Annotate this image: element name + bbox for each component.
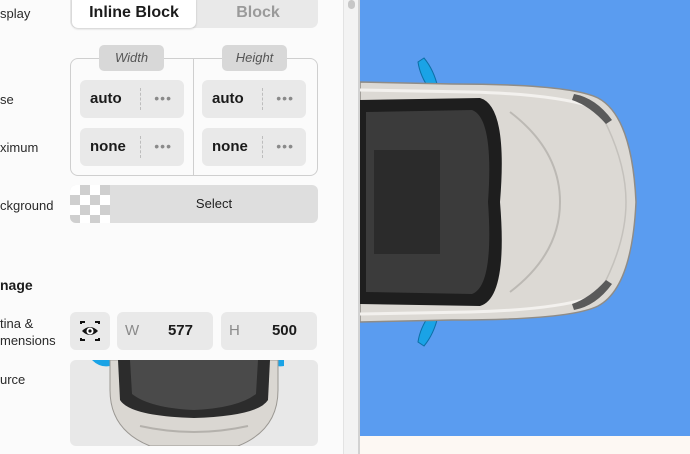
background-row: Select <box>70 185 318 223</box>
height-use-field[interactable]: auto ••• <box>202 80 306 118</box>
eye-icon <box>80 321 100 341</box>
more-dots-icon[interactable]: ••• <box>154 128 172 164</box>
checkerboard-swatch-icon[interactable] <box>70 185 110 223</box>
height-use-value: auto <box>212 90 244 107</box>
image-width-field[interactable]: W 577 <box>117 312 213 350</box>
more-dots-icon[interactable]: ••• <box>154 80 172 116</box>
image-height-key: H <box>229 322 240 339</box>
background-label: ckground <box>0 198 54 213</box>
retina-label-line2: mensions <box>0 333 56 348</box>
field-separator <box>262 88 263 110</box>
background-select-button[interactable]: Select <box>110 185 318 223</box>
size-divider <box>193 59 194 175</box>
image-height-field[interactable]: H 500 <box>221 312 317 350</box>
scrollbar-thumb[interactable] <box>348 0 355 9</box>
image-width-key: W <box>125 322 140 339</box>
properties-panel: splay Inline Block Block se ximum Width … <box>0 0 343 454</box>
field-separator <box>140 136 141 158</box>
image-width-value: 577 <box>167 322 193 339</box>
more-dots-icon[interactable]: ••• <box>276 128 294 164</box>
height-max-field[interactable]: none ••• <box>202 128 306 166</box>
car-thumbnail-image <box>92 360 284 446</box>
display-label: splay <box>0 6 31 21</box>
source-thumbnail[interactable] <box>70 360 318 446</box>
width-max-value: none <box>90 138 126 155</box>
width-use-value: auto <box>90 90 122 107</box>
retina-toggle-button[interactable] <box>70 312 110 350</box>
field-separator <box>140 88 141 110</box>
more-dots-icon[interactable]: ••• <box>276 80 294 116</box>
preview-canvas <box>360 0 690 436</box>
panel-scrollbar[interactable] <box>343 0 358 454</box>
preview-footer <box>360 436 690 454</box>
display-toggle: Inline Block Block <box>70 0 318 28</box>
height-column-header: Height <box>222 45 287 71</box>
maximum-label: ximum <box>0 140 39 155</box>
car-preview-image[interactable] <box>360 0 690 436</box>
field-separator <box>262 136 263 158</box>
image-section-title: nage <box>0 277 33 293</box>
image-height-value: 500 <box>271 322 297 339</box>
height-max-value: none <box>212 138 248 155</box>
width-column-header: Width <box>99 45 164 71</box>
use-label: se <box>0 92 14 107</box>
retina-label-line1: tina & <box>0 316 34 331</box>
display-inline-block-option[interactable]: Inline Block <box>72 0 196 28</box>
display-block-option[interactable]: Block <box>198 0 318 28</box>
width-use-field[interactable]: auto ••• <box>80 80 184 118</box>
width-max-field[interactable]: none ••• <box>80 128 184 166</box>
source-label: urce <box>0 372 26 387</box>
